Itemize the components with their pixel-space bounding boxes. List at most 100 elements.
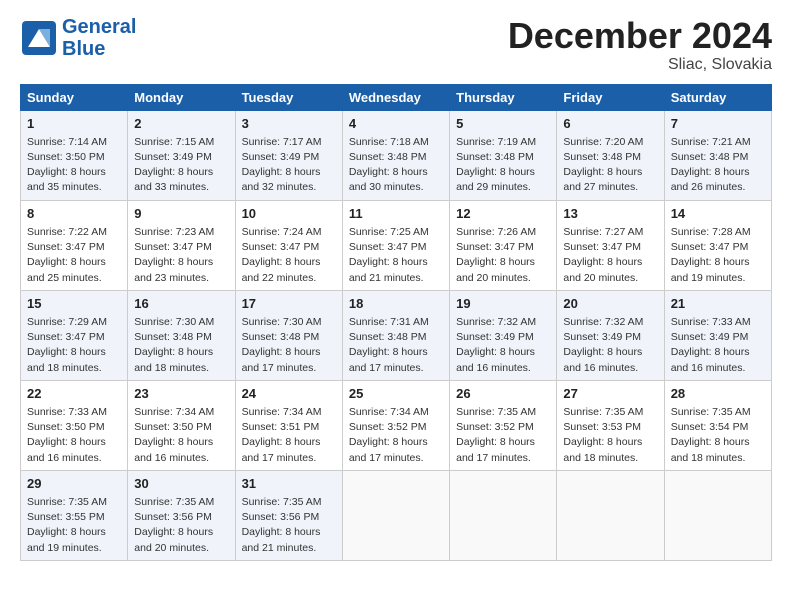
day-number: 22: [27, 385, 121, 403]
day-number: 6: [563, 115, 657, 133]
day-number: 5: [456, 115, 550, 133]
day-number: 26: [456, 385, 550, 403]
weekday-header: Monday: [128, 84, 235, 110]
calendar-day-cell: 16 Sunrise: 7:30 AM Sunset: 3:48 PM Dayli…: [128, 290, 235, 380]
day-number: 27: [563, 385, 657, 403]
calendar-day-cell: 29 Sunrise: 7:35 AM Sunset: 3:55 PM Dayli…: [21, 470, 128, 560]
day-info: Sunrise: 7:30 AM Sunset: 3:48 PM Dayligh…: [242, 315, 336, 376]
calendar-day-cell: 1 Sunrise: 7:14 AM Sunset: 3:50 PM Daylig…: [21, 110, 128, 200]
day-number: 7: [671, 115, 765, 133]
day-info: Sunrise: 7:22 AM Sunset: 3:47 PM Dayligh…: [27, 225, 121, 286]
day-number: 2: [134, 115, 228, 133]
logo-text-general: General: [62, 16, 136, 38]
day-info: Sunrise: 7:32 AM Sunset: 3:49 PM Dayligh…: [456, 315, 550, 376]
day-info: Sunrise: 7:27 AM Sunset: 3:47 PM Dayligh…: [563, 225, 657, 286]
calendar-week-row: 22 Sunrise: 7:33 AM Sunset: 3:50 PM Dayli…: [21, 380, 772, 470]
logo: General Blue: [20, 16, 136, 60]
calendar-day-cell: [342, 470, 449, 560]
day-number: 12: [456, 205, 550, 223]
weekday-header: Tuesday: [235, 84, 342, 110]
day-number: 20: [563, 295, 657, 313]
day-number: 4: [349, 115, 443, 133]
calendar-day-cell: 9 Sunrise: 7:23 AM Sunset: 3:47 PM Daylig…: [128, 200, 235, 290]
day-info: Sunrise: 7:18 AM Sunset: 3:48 PM Dayligh…: [349, 135, 443, 196]
calendar-day-cell: 8 Sunrise: 7:22 AM Sunset: 3:47 PM Daylig…: [21, 200, 128, 290]
calendar-header-row: SundayMondayTuesdayWednesdayThursdayFrid…: [21, 84, 772, 110]
day-number: 3: [242, 115, 336, 133]
day-info: Sunrise: 7:23 AM Sunset: 3:47 PM Dayligh…: [134, 225, 228, 286]
day-info: Sunrise: 7:29 AM Sunset: 3:47 PM Dayligh…: [27, 315, 121, 376]
weekday-header: Saturday: [664, 84, 771, 110]
calendar-day-cell: 13 Sunrise: 7:27 AM Sunset: 3:47 PM Dayli…: [557, 200, 664, 290]
day-info: Sunrise: 7:35 AM Sunset: 3:53 PM Dayligh…: [563, 405, 657, 466]
day-info: Sunrise: 7:35 AM Sunset: 3:56 PM Dayligh…: [134, 495, 228, 556]
calendar-day-cell: 21 Sunrise: 7:33 AM Sunset: 3:49 PM Dayli…: [664, 290, 771, 380]
day-number: 23: [134, 385, 228, 403]
day-number: 24: [242, 385, 336, 403]
calendar-day-cell: 20Sunrise: 7:32 AM Sunset: 3:49 PM Dayli…: [557, 290, 664, 380]
calendar-day-cell: 19 Sunrise: 7:32 AM Sunset: 3:49 PM Dayli…: [450, 290, 557, 380]
day-number: 13: [563, 205, 657, 223]
day-info: Sunrise: 7:15 AM Sunset: 3:49 PM Dayligh…: [134, 135, 228, 196]
day-number: 25: [349, 385, 443, 403]
day-number: 1: [27, 115, 121, 133]
calendar-day-cell: 7 Sunrise: 7:21 AM Sunset: 3:48 PM Daylig…: [664, 110, 771, 200]
day-info: Sunrise: 7:35 AM Sunset: 3:55 PM Dayligh…: [27, 495, 121, 556]
calendar-day-cell: 23Sunrise: 7:34 AM Sunset: 3:50 PM Dayli…: [128, 380, 235, 470]
calendar-day-cell: 25 Sunrise: 7:34 AM Sunset: 3:52 PM Dayli…: [342, 380, 449, 470]
calendar-day-cell: [450, 470, 557, 560]
day-info: Sunrise: 7:34 AM Sunset: 3:51 PM Dayligh…: [242, 405, 336, 466]
day-info: Sunrise: 7:35 AM Sunset: 3:54 PM Dayligh…: [671, 405, 765, 466]
day-number: 19: [456, 295, 550, 313]
day-info: Sunrise: 7:35 AM Sunset: 3:56 PM Dayligh…: [242, 495, 336, 556]
calendar-day-cell: 3Sunrise: 7:17 AM Sunset: 3:49 PM Daylig…: [235, 110, 342, 200]
logo-icon: [20, 19, 58, 57]
day-number: 14: [671, 205, 765, 223]
calendar-week-row: 29 Sunrise: 7:35 AM Sunset: 3:55 PM Dayli…: [21, 470, 772, 560]
calendar-day-cell: 6Sunrise: 7:20 AM Sunset: 3:48 PM Daylig…: [557, 110, 664, 200]
day-info: Sunrise: 7:35 AM Sunset: 3:52 PM Dayligh…: [456, 405, 550, 466]
calendar-day-cell: 30Sunrise: 7:35 AM Sunset: 3:56 PM Dayli…: [128, 470, 235, 560]
day-info: Sunrise: 7:33 AM Sunset: 3:50 PM Dayligh…: [27, 405, 121, 466]
title-block: December 2024 Sliac, Slovakia: [508, 16, 772, 74]
calendar-day-cell: 17 Sunrise: 7:30 AM Sunset: 3:48 PM Dayli…: [235, 290, 342, 380]
day-number: 8: [27, 205, 121, 223]
day-number: 28: [671, 385, 765, 403]
day-info: Sunrise: 7:33 AM Sunset: 3:49 PM Dayligh…: [671, 315, 765, 376]
weekday-header: Friday: [557, 84, 664, 110]
day-number: 21: [671, 295, 765, 313]
calendar-day-cell: 31 Sunrise: 7:35 AM Sunset: 3:56 PM Dayli…: [235, 470, 342, 560]
day-number: 10: [242, 205, 336, 223]
day-info: Sunrise: 7:26 AM Sunset: 3:47 PM Dayligh…: [456, 225, 550, 286]
calendar-table: SundayMondayTuesdayWednesdayThursdayFrid…: [20, 84, 772, 561]
day-info: Sunrise: 7:30 AM Sunset: 3:48 PM Dayligh…: [134, 315, 228, 376]
calendar-title: December 2024: [508, 16, 772, 56]
day-info: Sunrise: 7:21 AM Sunset: 3:48 PM Dayligh…: [671, 135, 765, 196]
calendar-day-cell: [664, 470, 771, 560]
day-info: Sunrise: 7:31 AM Sunset: 3:48 PM Dayligh…: [349, 315, 443, 376]
day-number: 29: [27, 475, 121, 493]
calendar-subtitle: Sliac, Slovakia: [508, 56, 772, 74]
calendar-day-cell: 2 Sunrise: 7:15 AM Sunset: 3:49 PM Daylig…: [128, 110, 235, 200]
calendar-week-row: 15 Sunrise: 7:29 AM Sunset: 3:47 PM Dayli…: [21, 290, 772, 380]
day-info: Sunrise: 7:19 AM Sunset: 3:48 PM Dayligh…: [456, 135, 550, 196]
day-number: 31: [242, 475, 336, 493]
day-number: 11: [349, 205, 443, 223]
calendar-day-cell: 18 Sunrise: 7:31 AM Sunset: 3:48 PM Dayli…: [342, 290, 449, 380]
day-number: 18: [349, 295, 443, 313]
weekday-header: Wednesday: [342, 84, 449, 110]
weekday-header: Sunday: [21, 84, 128, 110]
calendar-week-row: 8 Sunrise: 7:22 AM Sunset: 3:47 PM Daylig…: [21, 200, 772, 290]
day-number: 9: [134, 205, 228, 223]
day-number: 17: [242, 295, 336, 313]
calendar-day-cell: 24 Sunrise: 7:34 AM Sunset: 3:51 PM Dayli…: [235, 380, 342, 470]
header: General Blue December 2024 Sliac, Slovak…: [20, 16, 772, 74]
day-info: Sunrise: 7:34 AM Sunset: 3:52 PM Dayligh…: [349, 405, 443, 466]
day-number: 15: [27, 295, 121, 313]
day-number: 16: [134, 295, 228, 313]
calendar-day-cell: 22 Sunrise: 7:33 AM Sunset: 3:50 PM Dayli…: [21, 380, 128, 470]
calendar-day-cell: 5 Sunrise: 7:19 AM Sunset: 3:48 PM Daylig…: [450, 110, 557, 200]
calendar-day-cell: 10Sunrise: 7:24 AM Sunset: 3:47 PM Dayli…: [235, 200, 342, 290]
day-info: Sunrise: 7:25 AM Sunset: 3:47 PM Dayligh…: [349, 225, 443, 286]
day-info: Sunrise: 7:14 AM Sunset: 3:50 PM Dayligh…: [27, 135, 121, 196]
